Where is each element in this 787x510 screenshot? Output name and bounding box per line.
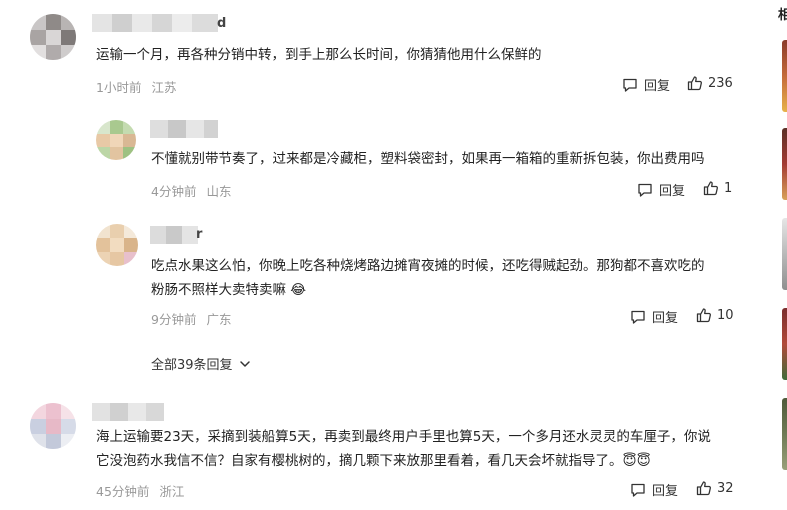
reply-button[interactable]: 回复 <box>622 75 670 94</box>
comment-location: 江苏 <box>151 80 177 95</box>
like-button[interactable]: 10 <box>696 307 734 323</box>
thumbs-up-icon <box>696 481 711 496</box>
sidebar-sliver: 相 <box>778 0 787 510</box>
reply-button[interactable]: 回复 <box>637 180 685 199</box>
like-count: 1 <box>724 180 733 196</box>
sidebar-thumbnail[interactable] <box>782 40 787 112</box>
comment-text: 它没泡药水我信不信？自家有樱桃树的，摘几颗下来放那里看着，看几天会坏就指导了。😇… <box>96 453 651 469</box>
sidebar-thumbnail[interactable] <box>782 218 787 290</box>
like-button[interactable]: 236 <box>687 75 733 91</box>
comment-item: d 运输一个月，再各种分销中转，到手上那么长时间，你猜猜他用什么保鲜的 1小时前… <box>0 0 760 100</box>
comment-meta: 45分钟前 浙江 <box>96 481 194 500</box>
reply-label: 回复 <box>644 79 671 94</box>
reply-item: r 吃点水果这么怕，你晚上吃各种烧烤路边摊宵夜摊的时候，还吃得贼起劲。那狗都不喜… <box>0 215 760 335</box>
reply-item: 不懂就别带节奏了，过来都是冷藏柜，塑料袋密封，如果再一箱箱的重新拆包装，你出费用… <box>0 110 760 205</box>
reply-label: 回复 <box>652 484 679 499</box>
reply-meta: 4分钟前 山东 <box>151 181 241 200</box>
reply-icon <box>631 310 645 324</box>
like-count: 32 <box>717 480 734 496</box>
sidebar-thumbnail[interactable] <box>782 308 787 380</box>
reply-button[interactable]: 回复 <box>630 307 678 326</box>
comment-meta: 1小时前 江苏 <box>96 77 186 96</box>
reply-text: 粉肠不照样大卖特卖嘛 😂 <box>151 282 307 298</box>
reply-location: 广东 <box>206 312 232 327</box>
thumbs-up-icon <box>687 76 702 91</box>
reply-icon <box>638 183 652 197</box>
like-button[interactable]: 1 <box>703 180 732 196</box>
comment-time: 45分钟前 <box>96 484 150 499</box>
avatar[interactable] <box>96 120 136 160</box>
username-blurred[interactable] <box>150 226 198 244</box>
reply-icon <box>623 78 637 92</box>
reply-time: 4分钟前 <box>151 184 197 199</box>
username-suffix: d <box>217 16 227 31</box>
avatar[interactable] <box>30 14 76 60</box>
username-blurred[interactable] <box>92 14 222 32</box>
sidebar-thumbnail[interactable] <box>782 398 787 470</box>
expand-replies-button[interactable]: 全部39条回复 <box>151 354 251 373</box>
reply-location: 山东 <box>206 184 232 199</box>
like-count: 10 <box>717 307 734 323</box>
comment-item: 海上运输要23天，采摘到装船算5天，再卖到最终用户手里也算5天，一个多月还水灵灵… <box>0 395 760 510</box>
avatar[interactable] <box>30 403 76 449</box>
expand-replies-label: 全部39条回复 <box>151 358 233 373</box>
reply-time: 9分钟前 <box>151 312 197 327</box>
sidebar-heading-char: 相 <box>778 8 787 23</box>
reply-button[interactable]: 回复 <box>630 480 678 499</box>
reply-icon <box>631 483 645 497</box>
comment-time: 1小时前 <box>96 80 142 95</box>
chevron-down-icon <box>239 360 250 367</box>
thumbs-up-icon <box>703 181 718 196</box>
comment-text: 海上运输要23天，采摘到装船算5天，再卖到最终用户手里也算5天，一个多月还水灵灵… <box>96 429 711 445</box>
comment-text: 运输一个月，再各种分销中转，到手上那么长时间，你猜猜他用什么保鲜的 <box>96 47 542 63</box>
reply-label: 回复 <box>652 311 679 326</box>
comment-location: 浙江 <box>159 484 185 499</box>
avatar[interactable] <box>96 224 138 266</box>
reply-text: 不懂就别带节奏了，过来都是冷藏柜，塑料袋密封，如果再一箱箱的重新拆包装，你出费用… <box>151 151 705 167</box>
username-blurred[interactable] <box>92 403 164 421</box>
like-button[interactable]: 32 <box>696 480 734 496</box>
reply-meta: 9分钟前 广东 <box>151 309 241 328</box>
username-suffix: r <box>196 227 203 242</box>
reply-text: 吃点水果这么怕，你晚上吃各种烧烤路边摊宵夜摊的时候，还吃得贼起劲。那狗都不喜欢吃… <box>151 258 705 274</box>
like-count: 236 <box>708 75 733 91</box>
sidebar-thumbnail[interactable] <box>782 128 787 200</box>
username-blurred[interactable] <box>150 120 220 138</box>
reply-label: 回复 <box>659 184 686 199</box>
thumbs-up-icon <box>696 308 711 323</box>
